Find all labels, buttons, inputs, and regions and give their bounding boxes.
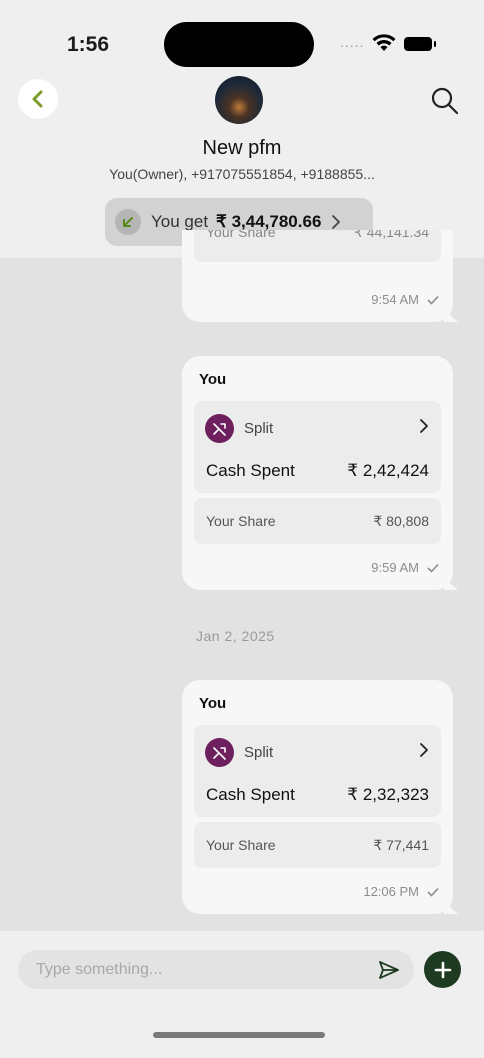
add-button[interactable] bbox=[424, 951, 461, 988]
chevron-right-icon bbox=[331, 214, 341, 230]
message-bubble[interactable]: You Split Cash Spent ₹ 2,32,323 Your Sha… bbox=[182, 680, 458, 914]
message-timestamp: 9:54 AM bbox=[371, 292, 439, 307]
balance-label: You get bbox=[151, 212, 209, 231]
arrow-down-left-icon bbox=[115, 209, 141, 235]
cash-spent-label: Cash Spent bbox=[206, 461, 295, 480]
split-label: Split bbox=[244, 744, 274, 761]
share-row: Your Share ₹ 77,441 bbox=[194, 822, 441, 868]
message-input-container[interactable] bbox=[18, 950, 414, 989]
message-bubble[interactable]: Your Share ₹ 44,141.34 9:54 AM bbox=[182, 230, 458, 322]
share-label: Your Share bbox=[206, 513, 276, 529]
share-amount: ₹ 77,441 bbox=[373, 837, 429, 853]
share-label: Your Share bbox=[206, 837, 276, 853]
cash-spent-amount: ₹ 2,42,424 bbox=[347, 461, 429, 480]
share-row: Your Share ₹ 44,141.34 bbox=[194, 230, 441, 262]
cash-spent-label: Cash Spent bbox=[206, 785, 295, 804]
message-time: 9:59 AM bbox=[371, 560, 419, 575]
composer-bar bbox=[0, 931, 484, 1058]
date-separator: Jan 2, 2025 bbox=[196, 628, 275, 644]
message-input[interactable] bbox=[36, 950, 356, 989]
split-icon bbox=[205, 414, 234, 443]
share-amount: ₹ 44,141.34 bbox=[353, 230, 429, 240]
check-icon bbox=[427, 887, 439, 897]
group-avatar[interactable] bbox=[215, 76, 263, 124]
group-members: You(Owner), +917075551854, +9188855... bbox=[109, 166, 375, 182]
split-icon bbox=[205, 738, 234, 767]
split-card[interactable]: Split Cash Spent ₹ 2,32,323 bbox=[194, 725, 441, 817]
signal-icon: ..... bbox=[340, 34, 365, 50]
battery-icon bbox=[404, 37, 436, 51]
wifi-icon bbox=[372, 34, 396, 51]
dynamic-island bbox=[164, 22, 314, 67]
chevron-left-icon bbox=[32, 90, 43, 108]
message-time: 9:54 AM bbox=[371, 292, 419, 307]
share-row: Your Share ₹ 80,808 bbox=[194, 498, 441, 544]
split-label: Split bbox=[244, 420, 274, 437]
status-time: 1:56 bbox=[67, 33, 110, 56]
message-bubble[interactable]: You Split Cash Spent ₹ 2,42,424 Your Sha… bbox=[182, 356, 458, 590]
share-label: Your Share bbox=[206, 230, 276, 240]
chevron-right-icon bbox=[420, 743, 428, 757]
message-timestamp: 12:06 PM bbox=[363, 884, 439, 899]
send-icon[interactable] bbox=[378, 959, 400, 981]
message-sender: You bbox=[199, 695, 227, 712]
group-name[interactable]: New pfm bbox=[0, 137, 484, 160]
back-button[interactable] bbox=[18, 79, 58, 119]
message-sender: You bbox=[199, 371, 227, 388]
split-card[interactable]: Split Cash Spent ₹ 2,42,424 bbox=[194, 401, 441, 493]
balance-amount: ₹ 3,44,780.66 bbox=[216, 212, 322, 231]
message-timestamp: 9:59 AM bbox=[371, 560, 439, 575]
status-bar: 1:56 ..... bbox=[0, 0, 484, 70]
plus-icon bbox=[434, 961, 451, 978]
search-icon[interactable] bbox=[430, 86, 460, 116]
share-amount: ₹ 80,808 bbox=[373, 513, 429, 529]
check-icon bbox=[427, 295, 439, 305]
message-time: 12:06 PM bbox=[363, 884, 419, 899]
home-indicator bbox=[153, 1032, 325, 1038]
cash-spent-amount: ₹ 2,32,323 bbox=[347, 785, 429, 804]
check-icon bbox=[427, 563, 439, 573]
chevron-right-icon bbox=[420, 419, 428, 433]
